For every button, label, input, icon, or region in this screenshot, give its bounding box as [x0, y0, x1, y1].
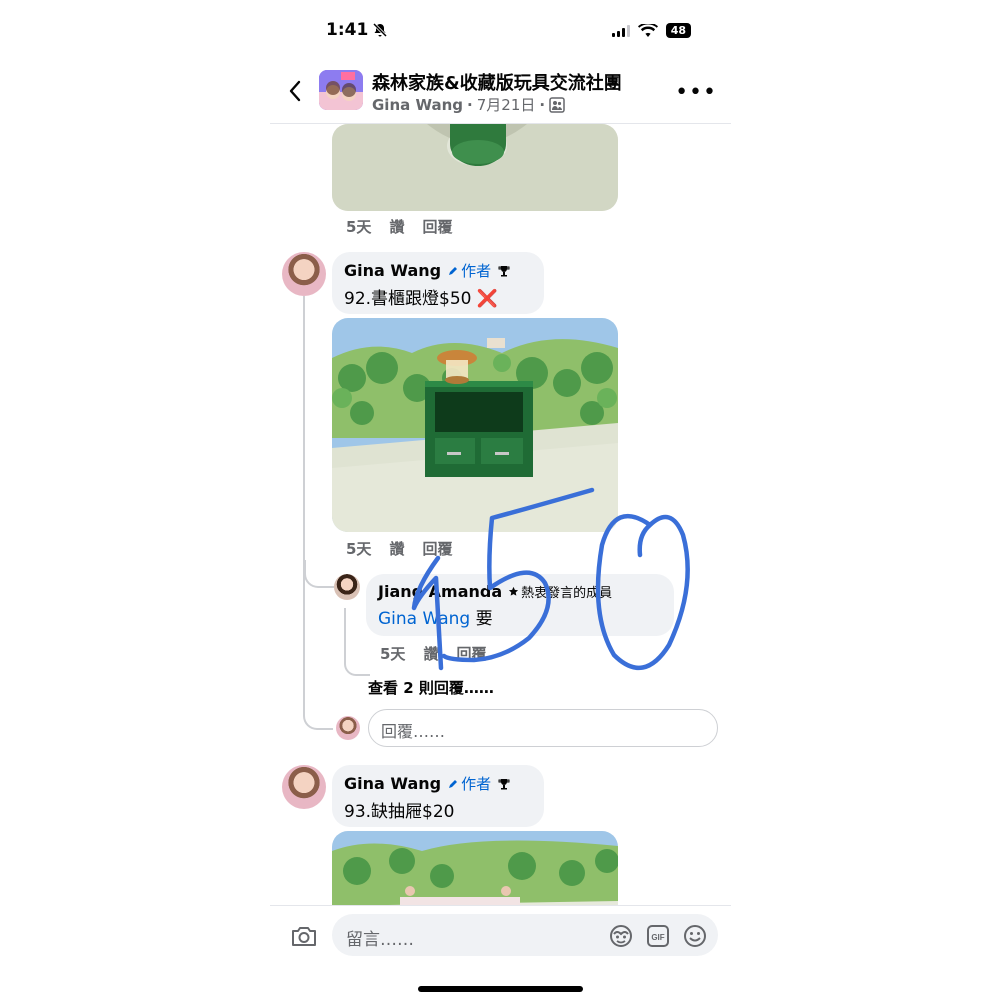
- home-indicator[interactable]: [418, 986, 583, 992]
- pencil-icon: [449, 779, 458, 788]
- comment-bubble-93: Gina Wang 作者 93.缺抽屜$20: [332, 765, 544, 827]
- reply-button[interactable]: 回覆: [456, 643, 486, 664]
- view-more-replies-link[interactable]: 查看 2 則回覆……: [368, 677, 494, 698]
- reply-text: 要: [470, 609, 493, 629]
- more-options-button[interactable]: •••: [675, 80, 717, 105]
- camera-button[interactable]: [290, 924, 318, 948]
- clock: 1:41: [326, 20, 369, 40]
- cross-mark-icon: ❌: [476, 289, 499, 309]
- signal-icon: [611, 24, 630, 37]
- previous-comment-actions: 5天 讚 回覆: [346, 216, 452, 237]
- post-meta: Gina Wang · 7月21日 ·: [372, 94, 565, 115]
- comment-photo-previous[interactable]: [332, 124, 618, 211]
- comment-photo-92[interactable]: [332, 318, 618, 532]
- comment-time: 5天: [346, 540, 372, 558]
- trophy-icon: [498, 778, 510, 789]
- pencil-icon: [449, 266, 458, 275]
- comment-text: 92.書櫃跟燈$50: [344, 289, 472, 309]
- like-button[interactable]: 讚: [389, 216, 404, 237]
- status-time: 1:41: [326, 20, 388, 40]
- like-button[interactable]: 讚: [389, 538, 404, 559]
- chevron-left-icon: [289, 80, 301, 102]
- wifi-icon: [637, 23, 658, 37]
- reply-bubble-jiang: Jiang Amanda 熱衷發言的成員 Gina Wang 要: [366, 574, 674, 636]
- reply-input[interactable]: 回覆……: [368, 709, 718, 747]
- avatar[interactable]: [334, 574, 360, 600]
- reply-time: 5天: [380, 645, 406, 663]
- comment-bubble-92: Gina Wang 作者 92.書櫃跟燈$50 ❌: [332, 252, 544, 314]
- battery-icon: 48: [665, 23, 691, 38]
- comment-placeholder: 留言……: [346, 930, 414, 950]
- thread-line-curve: [303, 700, 333, 730]
- comment-composer-bar: 留言…… GIF: [270, 905, 731, 1000]
- status-bar: 1:41 48: [270, 0, 731, 62]
- author-badge: 作者: [447, 260, 491, 281]
- bell-muted-icon: [373, 22, 388, 38]
- author-badge: 作者: [447, 773, 491, 794]
- post-author[interactable]: Gina Wang: [372, 96, 463, 114]
- mention-link[interactable]: Gina Wang: [378, 609, 470, 629]
- reply-thread-line: [304, 560, 334, 588]
- avatar: [336, 716, 360, 740]
- like-button[interactable]: 讚: [423, 643, 438, 664]
- thread-line: [303, 296, 305, 716]
- post-header: 森林家族&收藏版玩具交流社團 Gina Wang · 7月21日 · •••: [270, 62, 731, 124]
- comment-author[interactable]: Gina Wang: [344, 261, 441, 280]
- comment-92-actions: 5天 讚 回覆: [346, 538, 452, 559]
- member-badge: 熱衷發言的成員: [508, 582, 612, 601]
- gif-icon[interactable]: GIF: [646, 924, 670, 948]
- star-icon: [509, 586, 519, 596]
- reply-author[interactable]: Jiang Amanda: [378, 582, 502, 601]
- comment-author[interactable]: Gina Wang: [344, 774, 441, 793]
- group-avatar[interactable]: [319, 70, 363, 110]
- group-privacy-icon: [549, 96, 565, 113]
- back-button[interactable]: [282, 76, 308, 106]
- post-date[interactable]: 7月21日: [477, 94, 536, 115]
- avatar-sticker-icon[interactable]: [608, 923, 634, 949]
- comment-input[interactable]: 留言…… GIF: [332, 914, 718, 956]
- status-icons: 48: [611, 23, 691, 38]
- svg-text:GIF: GIF: [651, 933, 664, 942]
- reply-button[interactable]: 回覆: [422, 538, 452, 559]
- emoji-icon[interactable]: [682, 923, 708, 949]
- comment-text: 93.缺抽屜$20: [344, 802, 455, 822]
- group-title[interactable]: 森林家族&收藏版玩具交流社團: [372, 69, 622, 95]
- reply-actions: 5天 讚 回覆: [380, 643, 486, 664]
- camera-icon: [292, 927, 316, 946]
- phone-screen: 1:41 48 森林家族&收藏版玩具交流社團 Gina Wang · 7月21日…: [270, 0, 731, 1000]
- reply-button[interactable]: 回覆: [422, 216, 452, 237]
- comment-time: 5天: [346, 218, 372, 236]
- avatar[interactable]: [282, 252, 326, 296]
- trophy-icon: [498, 265, 510, 276]
- avatar[interactable]: [282, 765, 326, 809]
- comment-photo-93[interactable]: [332, 831, 618, 911]
